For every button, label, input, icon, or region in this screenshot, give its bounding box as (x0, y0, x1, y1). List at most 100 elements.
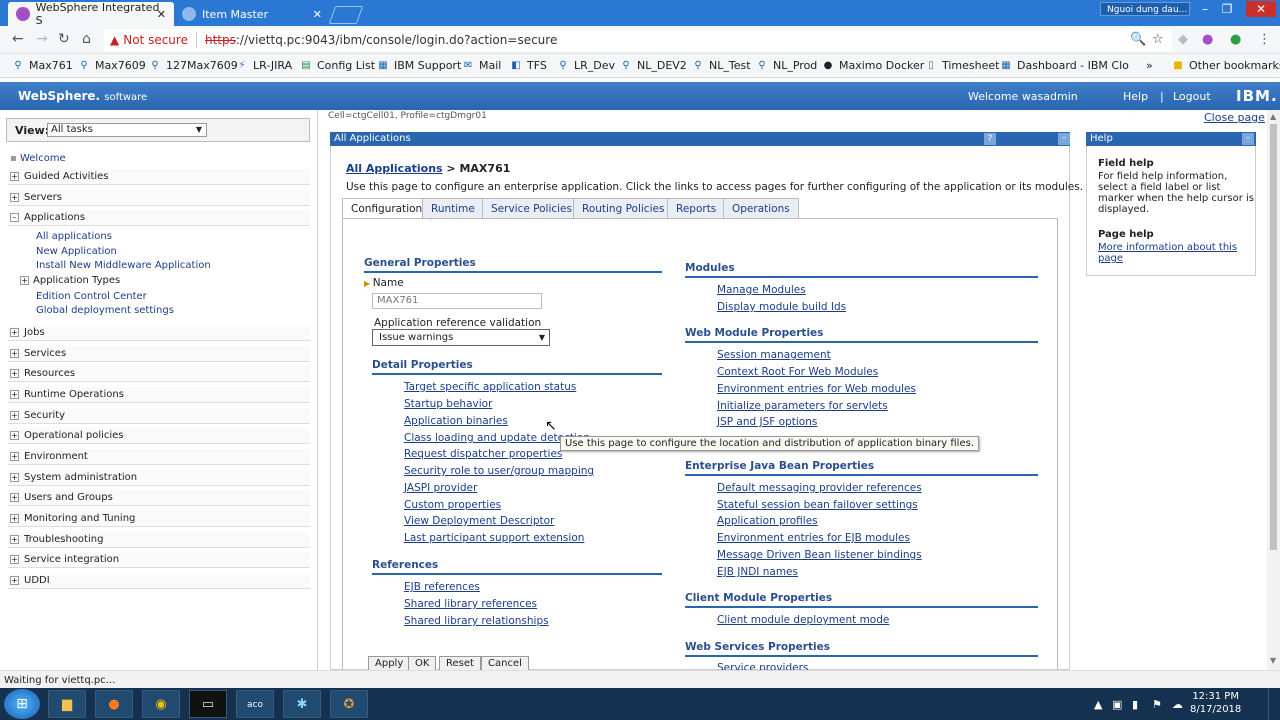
link-ejb-jndi[interactable]: EJB JNDI names (717, 566, 798, 578)
nav-new-application[interactable]: New Application (36, 246, 117, 257)
extension-icon[interactable]: ● (1230, 32, 1241, 47)
bookmark[interactable]: ⚲ NL_Test (692, 59, 750, 72)
link-ejb-references[interactable]: EJB references (404, 581, 480, 593)
name-label[interactable]: ▶ Name (364, 277, 404, 289)
bookmark[interactable]: ◧ TFS (510, 59, 547, 72)
help-icon[interactable]: ? (984, 133, 996, 145)
extension-icon[interactable]: ● (1202, 32, 1213, 47)
link-manage-modules[interactable]: Manage Modules (717, 284, 806, 296)
nav-resources[interactable]: + Resources (8, 366, 310, 382)
nav-all-applications[interactable]: All applications (36, 231, 112, 242)
nav-system-administration[interactable]: + System administration (8, 470, 310, 486)
scrollbar-thumb[interactable] (1270, 124, 1277, 550)
home-icon[interactable]: ⌂ (82, 31, 91, 47)
link-env-entries-web[interactable]: Environment entries for Web modules (717, 383, 916, 395)
scroll-down-icon[interactable]: ▼ (1270, 656, 1276, 665)
link-init-params-servlets[interactable]: Initialize parameters for servlets (717, 400, 888, 412)
reload-icon[interactable]: ↻ (58, 31, 70, 47)
tray-flag-icon[interactable]: ⚑ (1152, 698, 1162, 711)
scroll-up-icon[interactable]: ▲ (1270, 112, 1276, 121)
link-last-participant[interactable]: Last participant support extension (404, 532, 584, 544)
nav-service-integration[interactable]: + Service integration (8, 552, 310, 568)
game-icon[interactable]: ✪ (330, 690, 368, 718)
link-display-build-ids[interactable]: Display module build Ids (717, 301, 846, 313)
nav-environment[interactable]: + Environment (8, 449, 310, 465)
minimize-panel-icon[interactable]: – (1058, 133, 1070, 145)
bookmark[interactable]: ⚲ Max7609 (78, 59, 145, 72)
breadcrumb-all-applications[interactable]: All Applications (346, 162, 443, 175)
new-tab-button[interactable] (328, 6, 364, 24)
expand-icon[interactable]: + (10, 389, 19, 399)
link-application-binaries[interactable]: Application binaries (404, 415, 508, 427)
link-application-profiles[interactable]: Application profiles (717, 515, 818, 527)
clock[interactable]: 12:31 PM 8/17/2018 (1190, 690, 1241, 716)
name-field[interactable]: MAX761 (372, 293, 542, 309)
link-shared-library-references[interactable]: Shared library references (404, 598, 537, 610)
close-page-link[interactable]: Close page (1204, 111, 1265, 124)
expand-icon[interactable]: + (10, 348, 19, 358)
nav-application-types[interactable]: + Application Types (20, 275, 120, 286)
expand-icon[interactable]: + (10, 410, 19, 420)
help-link[interactable]: Help (1123, 90, 1148, 103)
bookmark[interactable]: ● Maximo Docker (822, 59, 925, 72)
close-tab-icon[interactable]: ✕ (157, 8, 166, 21)
cancel-button[interactable]: Cancel (481, 656, 529, 670)
bookmark-star-icon[interactable]: ☆ (1152, 32, 1164, 47)
tab-reports[interactable]: Reports (667, 198, 726, 219)
profile-button[interactable]: Nguoi dung dau... (1100, 2, 1190, 16)
tab-runtime[interactable]: Runtime (422, 198, 484, 219)
tab-configuration[interactable]: Configuration (342, 198, 432, 220)
bookmark[interactable]: ⚲ NL_DEV2 (620, 59, 686, 72)
apply-button[interactable]: Apply (368, 656, 411, 670)
nav-welcome[interactable]: ▪ Welcome (10, 153, 66, 164)
link-deployment-descriptor[interactable]: View Deployment Descriptor (404, 515, 554, 527)
link-security-role[interactable]: Security role to user/group mapping (404, 465, 594, 477)
security-status[interactable]: Not secure (123, 33, 188, 47)
expand-icon[interactable]: + (10, 575, 19, 585)
nav-services[interactable]: + Services (8, 346, 310, 362)
nav-operational-policies[interactable]: + Operational policies (8, 428, 310, 444)
nav-global-deployment[interactable]: Global deployment settings (36, 305, 174, 316)
tab-item-master[interactable]: Item Master ✕ (174, 2, 330, 26)
explorer-icon[interactable]: ▆ (48, 690, 86, 718)
link-target-status[interactable]: Target specific application status (404, 381, 576, 393)
link-stateful-session[interactable]: Stateful session bean failover settings (717, 499, 918, 511)
bookmark[interactable]: ⚲ LR_Dev (557, 59, 615, 72)
address-bar[interactable]: ▲ Not secure https ://viettq.pc:9043/ibm… (104, 29, 1172, 51)
nav-runtime-operations[interactable]: + Runtime Operations (8, 387, 310, 403)
bookmark[interactable]: ▯ Timesheet (925, 59, 999, 72)
maximize-icon[interactable]: ❐ (1216, 1, 1238, 17)
chrome-icon[interactable]: ◉ (142, 690, 180, 718)
nav-install-middleware[interactable]: Install New Middleware Application (36, 260, 211, 271)
other-bookmarks[interactable]: ■ Other bookmarks (1172, 59, 1280, 72)
nav-security[interactable]: + Security (8, 408, 310, 424)
nav-users-groups[interactable]: + Users and Groups (8, 490, 310, 506)
expand-icon[interactable]: + (10, 430, 19, 440)
expand-icon[interactable]: + (10, 192, 19, 202)
bookmark[interactable]: ▤ Config List (300, 59, 375, 72)
view-select[interactable]: All tasks (47, 123, 207, 137)
expand-icon[interactable]: + (10, 513, 19, 523)
nav-guided-activities[interactable]: + Guided Activities (8, 169, 310, 185)
network-tool-icon[interactable]: ✱ (283, 690, 321, 718)
bookmark[interactable]: ▦ Dashboard - IBM Clo (1000, 59, 1129, 72)
expand-icon[interactable]: + (10, 171, 19, 181)
nav-troubleshooting[interactable]: + Troubleshooting (8, 532, 310, 548)
menu-icon[interactable]: ⋮ (1258, 32, 1271, 47)
tab-routing-policies[interactable]: Routing Policies (573, 198, 674, 219)
back-icon[interactable]: ← (12, 31, 24, 47)
show-desktop-button[interactable] (1268, 688, 1280, 720)
ok-button[interactable]: OK (408, 656, 437, 670)
collapse-icon[interactable]: – (10, 212, 19, 222)
page-help-link[interactable]: More information about this page (1098, 242, 1248, 264)
nav-monitoring-tuning[interactable]: + Monitoring and Tuning (8, 511, 310, 527)
bookmark[interactable]: ⚲ NL_Prod (756, 59, 817, 72)
terminal-icon[interactable]: ▭ (189, 690, 227, 718)
link-env-entries-ejb[interactable]: Environment entries for EJB modules (717, 532, 910, 544)
nav-jobs[interactable]: + Jobs (8, 325, 310, 341)
nav-uddi[interactable]: + UDDI (8, 573, 310, 589)
bookmark[interactable]: ⚲ 127Max7609 (149, 59, 237, 72)
expand-icon[interactable]: + (10, 554, 19, 564)
bookmark[interactable]: ✉ Mail (462, 59, 502, 72)
link-mdb-bindings[interactable]: Message Driven Bean listener bindings (717, 549, 922, 561)
